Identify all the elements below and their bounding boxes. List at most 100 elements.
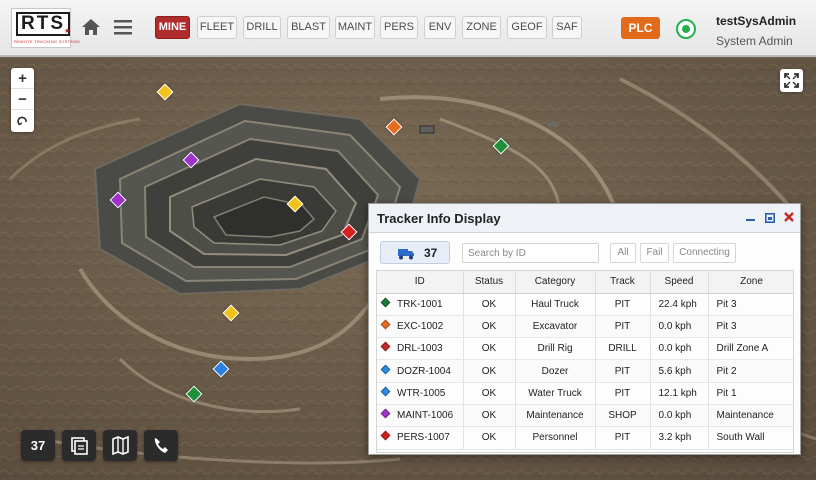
nav-tab-blast[interactable]: BLAST [287, 16, 330, 39]
nav-tab-maint[interactable]: MAINT [335, 16, 375, 39]
cell-status: OK [463, 337, 516, 361]
cell-track: PIT [595, 293, 651, 316]
column-header-speed[interactable]: Speed [650, 271, 709, 294]
column-header-status[interactable]: Status [463, 271, 516, 294]
cell-zone: Drill Zone A [708, 337, 793, 361]
tracker-id: DRL-1003 [397, 343, 443, 355]
column-header-zone[interactable]: Zone [708, 271, 793, 294]
filter-connecting-button[interactable]: Connecting [673, 243, 736, 263]
zoom-out-button[interactable]: − [11, 89, 34, 110]
fullscreen-button[interactable] [780, 69, 803, 92]
tracker-id: MAINT-1006 [397, 410, 454, 422]
cell-track: PIT [595, 426, 651, 450]
panel-header[interactable]: Tracker Info Display [369, 204, 800, 233]
table-row[interactable]: TRK-1001 OK Haul Truck PIT 22.4 kph Pit 3 [377, 293, 793, 316]
cell-status: OK [463, 315, 516, 339]
tracker-count-button[interactable]: 37 [21, 430, 55, 461]
cell-track: PIT [595, 315, 651, 339]
connection-status-icon [676, 19, 696, 39]
cell-category: Maintenance [515, 404, 596, 428]
cell-category: Personnel [515, 426, 596, 450]
cell-zone: Pit 1 [708, 382, 793, 405]
cell-category: Drill Rig [515, 337, 596, 361]
tracker-color-icon [380, 386, 391, 397]
logo-subtitle: REMOTE TRACKING SYSTEMS [14, 39, 80, 44]
tracker-color-icon [380, 341, 391, 352]
nav-tab-pers[interactable]: PERS [380, 16, 418, 39]
cell-status: OK [463, 404, 516, 428]
tracker-count: 37 [424, 246, 438, 260]
cell-category: Excavator [515, 315, 596, 339]
cell-id: TRK-1001 [377, 293, 464, 316]
filter-fail-button[interactable]: Fail [640, 243, 669, 263]
cell-id: WTR-1005 [377, 382, 464, 405]
restore-window-icon[interactable] [765, 213, 775, 223]
nav-tab-mine[interactable]: MINE [155, 16, 190, 39]
logo-text: RTS [16, 12, 70, 36]
table-row[interactable]: EXC-1002 OK Excavator PIT 0.0 kph Pit 3 [377, 315, 793, 339]
cell-id: PERS-1007 [377, 426, 464, 450]
close-icon[interactable] [783, 211, 795, 223]
tracker-color-icon [380, 364, 391, 374]
search-input[interactable] [462, 243, 599, 263]
nav-tab-geof[interactable]: GEOF [507, 16, 547, 39]
tracker-id: WTR-1005 [397, 387, 446, 399]
nav-tab-zone[interactable]: ZONE [462, 16, 501, 39]
cell-category: Haul Truck [515, 293, 596, 316]
cell-category: Dozer [515, 359, 596, 383]
cell-category: Water Truck [515, 382, 596, 405]
nav-tab-fleet[interactable]: FLEET [197, 16, 237, 39]
cell-speed: 5.6 kph [650, 359, 709, 383]
column-header-category[interactable]: Category [515, 271, 596, 294]
cell-track: DRILL [595, 337, 651, 361]
cell-id: EXC-1002 [377, 315, 464, 339]
rts-logo[interactable]: RTS ★ REMOTE TRACKING SYSTEMS [11, 8, 80, 48]
cell-speed: 12.1 kph [650, 382, 709, 405]
filter-all-button[interactable]: All [610, 243, 636, 263]
cell-id: DRL-1003 [377, 337, 464, 361]
nav-tab-env[interactable]: ENV [424, 16, 456, 39]
cell-zone: Pit 3 [708, 293, 793, 316]
tracker-id: DOZR-1004 [397, 365, 451, 377]
logo-star-icon: ★ [64, 28, 71, 35]
nav-tab-saf[interactable]: SAF [552, 16, 582, 39]
user-role: System Admin [716, 34, 793, 48]
map-view-button[interactable] [103, 430, 137, 461]
table-row[interactable]: PERS-1007 OK Personnel PIT 3.2 kph South Wall [377, 426, 793, 450]
tracker-id: PERS-1007 [397, 432, 450, 444]
column-header-track[interactable]: Track [595, 271, 651, 294]
cell-speed: 0.0 kph [650, 404, 709, 428]
nav-tab-drill[interactable]: DRILL [243, 16, 281, 39]
table-row[interactable]: DOZR-1004 OK Dozer PIT 5.6 kph Pit 2 [377, 359, 793, 383]
truck-icon [398, 249, 414, 260]
tracker-color-icon [380, 430, 391, 441]
minimize-icon[interactable] [746, 213, 755, 223]
tracker-color-icon [380, 319, 391, 330]
cell-zone: Pit 2 [708, 359, 793, 383]
cell-track: PIT [595, 359, 651, 383]
phone-icon [154, 438, 168, 453]
tracker-info-panel: Tracker Info Display 37 All Fail Connect… [368, 203, 801, 455]
cell-track: SHOP [595, 404, 651, 428]
cell-zone: Pit 3 [708, 315, 793, 339]
user-name[interactable]: testSysAdmin [716, 14, 796, 28]
zoom-control: + − [11, 68, 34, 132]
tracker-count-chip[interactable]: 37 [380, 241, 450, 264]
reset-bearing-icon[interactable] [17, 116, 28, 126]
call-button[interactable] [144, 430, 178, 461]
cell-speed: 0.0 kph [650, 315, 709, 339]
cell-status: OK [463, 293, 516, 316]
hamburger-menu-icon[interactable] [113, 18, 133, 36]
home-icon[interactable] [80, 16, 102, 38]
table-row[interactable]: MAINT-1006 OK Maintenance SHOP 0.0 kph Mainte… [377, 404, 793, 428]
zoom-in-button[interactable]: + [11, 68, 34, 89]
table-row[interactable]: DRL-1003 OK Drill Rig DRILL 0.0 kph Drill Zon… [377, 337, 793, 361]
table-header-row: ID Status Category Track Speed Zone [377, 271, 793, 294]
plc-button[interactable]: PLC [621, 17, 660, 39]
table-row[interactable]: WTR-1005 OK Water Truck PIT 12.1 kph Pit 1 [377, 382, 793, 405]
layers-button[interactable] [62, 430, 96, 461]
cell-status: OK [463, 426, 516, 450]
tracker-color-icon [380, 408, 391, 419]
column-header-id[interactable]: ID [377, 271, 464, 294]
layers-icon [71, 437, 88, 455]
